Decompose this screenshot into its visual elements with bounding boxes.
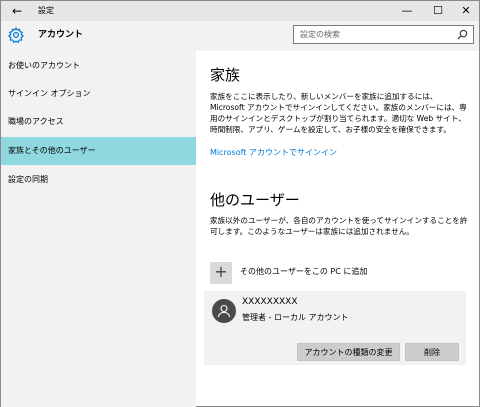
search-box[interactable]: 設定の検索 <box>293 25 474 44</box>
search-placeholder: 設定の検索 <box>300 30 340 39</box>
title-bar: ← 設定 — ☐ ✕ <box>1 1 479 21</box>
sidebar-item-work-access[interactable]: 職場のアクセス <box>1 108 196 136</box>
window-title: 設定 <box>38 6 54 15</box>
maximize-icon[interactable]: ☐ <box>424 1 452 21</box>
other-users-description: 家族以外のユーザーが、各自のアカウントを使ってサインインすることを許可します。こ… <box>210 216 468 236</box>
app-title: アカウント <box>38 30 84 40</box>
family-heading: 家族 <box>210 66 241 84</box>
search-icon[interactable] <box>457 29 468 40</box>
sidebar-item-your-account[interactable]: お使いのアカウント <box>1 52 196 80</box>
minimize-icon[interactable]: — <box>393 1 421 21</box>
sidebar-item-sync-settings[interactable]: 設定の同期 <box>1 166 196 194</box>
settings-window: ← 設定 — ☐ ✕ アカウント お使いのアカウント サインイン オプション 職… <box>0 0 480 407</box>
add-user-label: その他のユーザーをこの PC に追加 <box>240 267 368 276</box>
user-icon <box>217 304 231 318</box>
avatar <box>212 299 236 323</box>
gear-icon <box>7 26 25 44</box>
user-name: XXXXXXXXX <box>242 297 298 307</box>
delete-button[interactable]: 削除 <box>405 343 459 361</box>
close-icon[interactable]: ✕ <box>452 1 480 21</box>
change-account-type-button[interactable]: アカウントの種類の変更 <box>297 343 400 361</box>
back-arrow-icon[interactable]: ← <box>7 1 27 21</box>
add-icon: + <box>210 262 232 284</box>
sidebar: アカウント お使いのアカウント サインイン オプション 職場のアクセス 家族とそ… <box>1 21 196 407</box>
microsoft-signin-link[interactable]: Microsoft アカウントでサインイン <box>210 147 337 158</box>
sidebar-item-signin-options[interactable]: サインイン オプション <box>1 80 196 108</box>
app-header: アカウント <box>1 21 196 51</box>
sidebar-item-family-other-users[interactable]: 家族とその他のユーザー <box>1 137 196 165</box>
user-role: 管理者 - ローカル アカウント <box>242 313 349 322</box>
other-users-heading: 他のユーザー <box>210 191 300 209</box>
user-card[interactable]: XXXXXXXXX 管理者 - ローカル アカウント アカウントの種類の変更 削… <box>204 291 466 365</box>
family-description: 家族をここに表示したり、新しいメンバーを家族に追加するには、Microsoft … <box>210 92 467 134</box>
